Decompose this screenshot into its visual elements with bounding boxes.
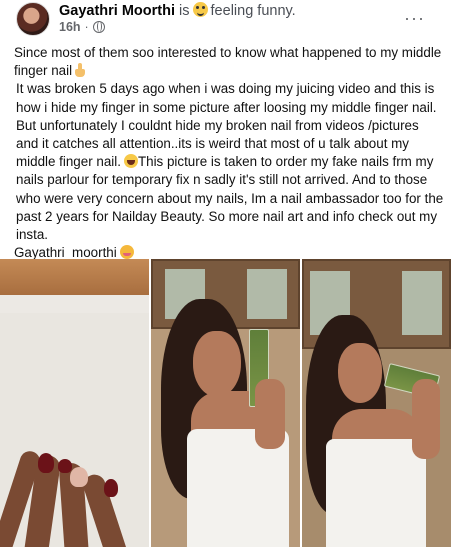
middle-finger-emoji-icon [75,63,86,78]
photo-hand-nails[interactable] [0,259,149,547]
photo-face [338,343,382,403]
nail [58,459,72,473]
nail [70,467,88,487]
photo-hand [255,379,285,449]
post-header: Gayathri Moorthi is feeling funny. 16h · … [0,0,451,44]
post-text: Since most of them soo interested to kno… [14,44,444,262]
photo-face [193,331,241,397]
laughing-emoji-icon [192,2,208,17]
photo-shelf [0,259,149,295]
globe-icon[interactable] [92,21,105,33]
photo-white-top [326,439,426,547]
photo-cabinet-glass [402,271,442,335]
photo-hand [412,379,440,459]
nail [38,453,54,473]
nail [104,479,118,497]
photo-grid [0,259,451,547]
photo-woman-drinking-juice-1[interactable] [151,259,300,547]
post-paragraph: Since most of them soo interested to kno… [14,44,444,80]
photo-woman-drinking-juice-2[interactable] [302,259,451,547]
insta-handle[interactable]: Gayathri_moorthi [14,245,117,260]
post-meta: 16h · [59,20,105,34]
more-options-button[interactable]: ··· [404,8,425,29]
post-author-line: Gayathri Moorthi is feeling funny. [59,2,296,19]
grinning-emoji-icon [123,154,138,169]
hugging-emoji-icon [119,245,134,260]
feeling-label[interactable]: feeling funny. [211,3,296,19]
photo-cabinet-glass [247,269,287,319]
is-label: is [179,3,190,19]
post-timestamp[interactable]: 16h [59,20,81,34]
author-name[interactable]: Gayathri Moorthi [59,3,175,19]
separator-dot: · [84,20,89,34]
avatar[interactable] [16,2,50,36]
post-paragraph: It was broken 5 days ago when i was doin… [14,80,444,244]
